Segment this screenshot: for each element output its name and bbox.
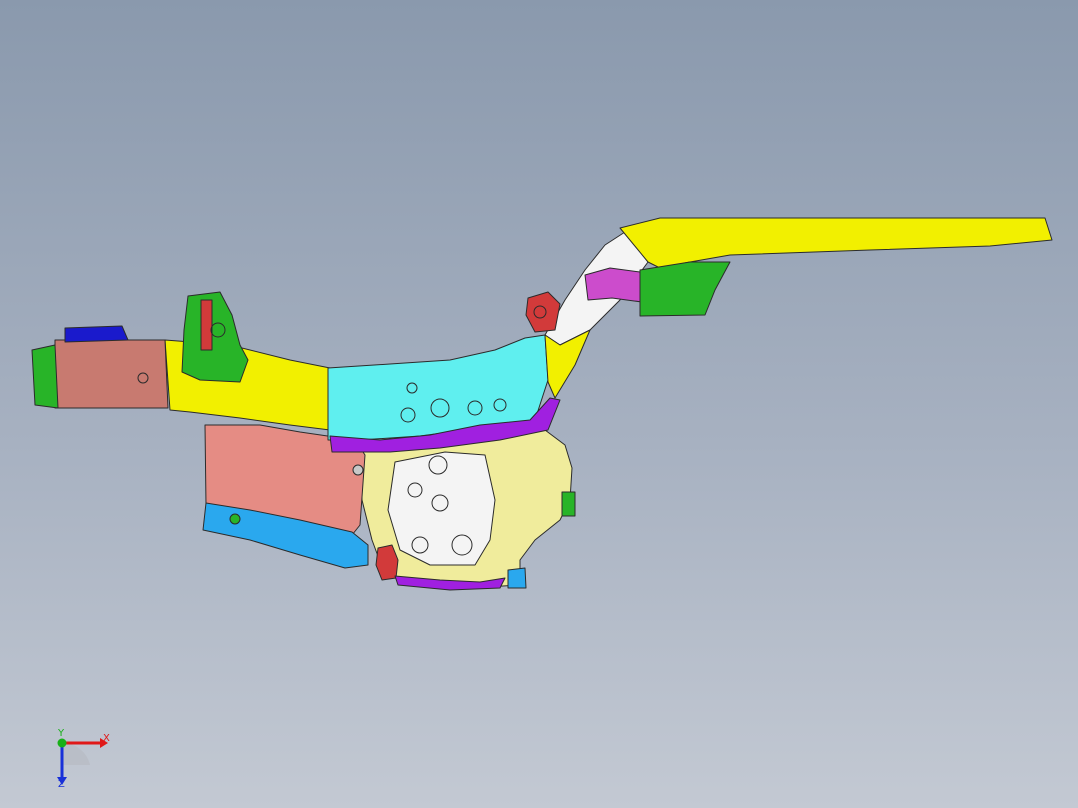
rear-rail-yellow[interactable]: [619, 217, 1053, 269]
rear-green-bracket[interactable]: [639, 261, 731, 317]
x-axis-label: X: [103, 733, 110, 744]
inner-panel[interactable]: [387, 451, 496, 566]
cad-3d-viewport[interactable]: X Y Z: [0, 0, 1078, 808]
front-top-bracket[interactable]: [64, 325, 129, 343]
rear-green-knob[interactable]: [561, 491, 576, 517]
coordinate-triad: X Y Z: [40, 725, 130, 795]
rear-red-lug[interactable]: [525, 291, 561, 333]
z-axis-label: Z: [58, 779, 65, 790]
front-crush-box[interactable]: [54, 339, 169, 409]
locating-pin[interactable]: [200, 299, 213, 351]
kick-up-bracket[interactable]: [584, 267, 643, 303]
body-frame-assembly-model[interactable]: [0, 0, 1078, 808]
front-green-bracket[interactable]: [181, 291, 249, 383]
y-axis-dot: [57, 738, 67, 748]
axis-triad-icon: [57, 738, 108, 785]
y-axis-label: Y: [58, 728, 65, 739]
front-end-plate[interactable]: [31, 344, 59, 409]
rear-blue-piece[interactable]: [507, 567, 527, 589]
